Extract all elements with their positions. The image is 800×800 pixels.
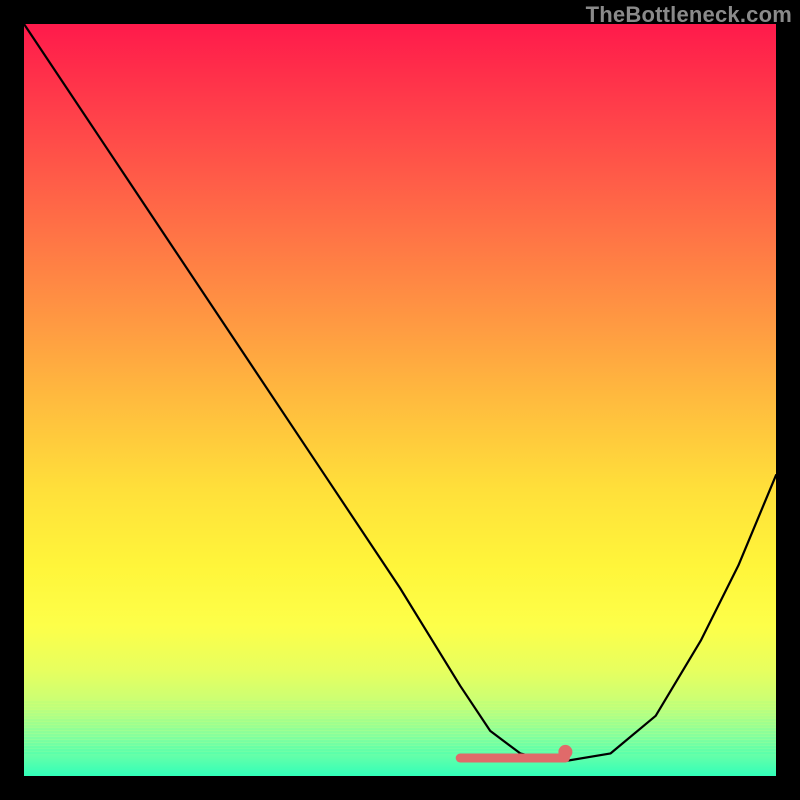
curve-min-dot: [558, 745, 572, 759]
curve-layer: [24, 24, 776, 776]
watermark-text: TheBottleneck.com: [586, 2, 792, 28]
plot-area: [24, 24, 776, 776]
chart-stage: TheBottleneck.com: [0, 0, 800, 800]
bottleneck-curve: [24, 24, 776, 761]
